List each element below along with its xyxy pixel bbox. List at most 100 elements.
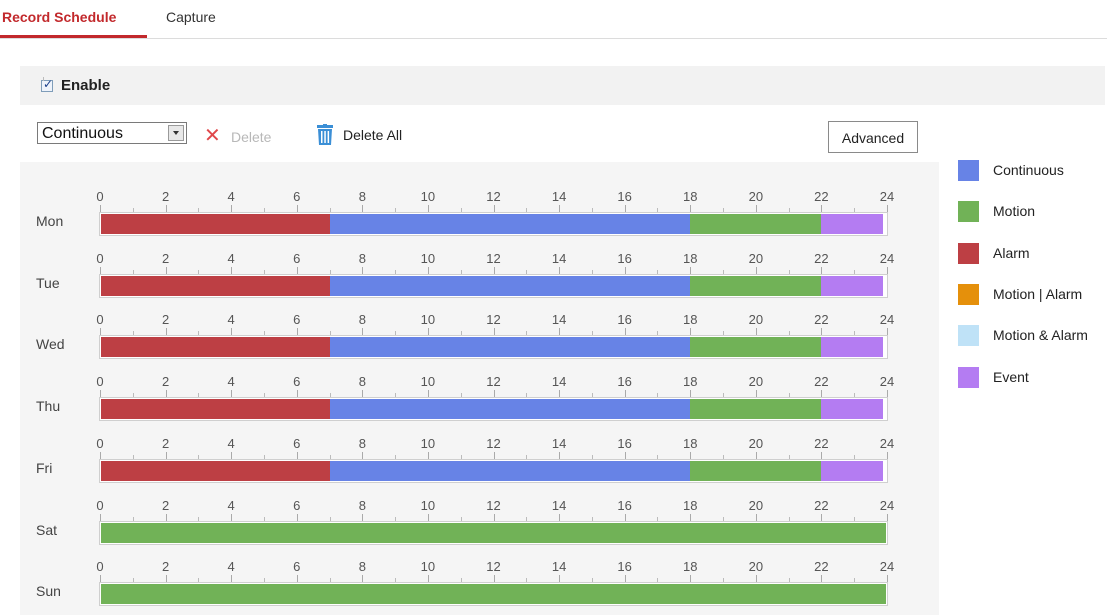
hour-tick-mark (362, 451, 364, 459)
legend-item: Alarm (958, 242, 1107, 265)
hour-tick-mark (559, 328, 561, 336)
hour-tick-mark (231, 205, 233, 212)
hour-tick-mark (231, 513, 233, 521)
hour-tick-mark (427, 451, 429, 459)
hour-tick-mark (755, 328, 757, 336)
delete-all-label: Delete All (343, 127, 403, 143)
dropdown-arrow-icon[interactable] (168, 125, 184, 141)
hour-tick-mark (427, 205, 429, 212)
schedule-row-tue: Tue 0 2 4 6 8 10 12 14 16 18 20 22 24 (20, 228, 939, 298)
record-type-select[interactable]: Continuous (37, 122, 187, 144)
legend-label: Continuous (993, 162, 1064, 178)
hour-tick-mark (100, 266, 101, 274)
hour-tick-mark (362, 328, 364, 336)
hour-tick-mark (493, 328, 495, 336)
hour-tick-mark (493, 575, 495, 583)
hour-tick-mark (296, 390, 298, 398)
hour-tick-mark (100, 513, 101, 521)
checkmark-icon: ✓ (43, 77, 54, 91)
day-label: Wed (36, 336, 65, 353)
hour-tick-mark (165, 205, 167, 212)
schedule-row-wed: Wed 0 2 4 6 8 10 12 14 16 18 20 22 24 (20, 289, 939, 360)
hour-tick-mark (821, 266, 823, 274)
legend-swatch (958, 242, 979, 264)
hour-tick-mark (231, 451, 233, 459)
hour-tick-mark (887, 575, 888, 583)
enable-label: Enable (61, 77, 111, 94)
record-type-select-value: Continuous (42, 125, 123, 142)
hour-tick-mark (427, 266, 429, 274)
hour-tick-mark (755, 266, 757, 274)
tab-record-schedule[interactable]: Record Schedule (2, 9, 116, 25)
hour-tick-mark (231, 390, 233, 398)
hour-tick-mark (296, 575, 298, 583)
hour-tick-mark (624, 328, 626, 336)
hour-tick-mark (755, 575, 757, 583)
hour-tick-mark (690, 266, 692, 274)
hour-tick-mark (690, 575, 692, 583)
advanced-button[interactable]: Advanced (828, 121, 918, 153)
enable-checkbox[interactable]: ✓ (41, 77, 54, 92)
legend-swatch (958, 366, 979, 388)
hour-tick-mark (624, 205, 626, 212)
hour-tick-mark (100, 451, 101, 459)
hour-tick-mark (755, 451, 757, 459)
schedule-row-sun: Sun 0 2 4 6 8 10 12 14 16 18 20 22 24 (20, 536, 939, 607)
hour-tick-mark (100, 328, 101, 336)
active-tab-underline (0, 35, 147, 38)
day-label: Sat (36, 521, 58, 538)
schedule-panel: Mon 0 2 4 6 8 10 12 14 16 18 20 22 24 Tue 0 2 4 6 8 10 12 14 16… (20, 162, 939, 615)
hour-tick-mark (362, 575, 364, 583)
hour-tick-mark (559, 451, 561, 459)
tab-capture[interactable]: Capture (166, 9, 216, 25)
hour-tick-mark (493, 451, 495, 459)
legend-label: Event (993, 368, 1029, 385)
hour-tick-mark (559, 390, 561, 398)
schedule-track[interactable] (99, 582, 888, 607)
hour-tick-mark (887, 205, 888, 212)
tab-bar: Record Schedule Capture (0, 0, 1107, 39)
hour-tick-mark (559, 513, 561, 521)
hour-tick-mark (690, 513, 692, 521)
hour-tick-mark (493, 513, 495, 521)
legend-swatch (958, 160, 979, 181)
hour-tick-mark (821, 328, 823, 336)
hour-tick-mark (690, 328, 692, 336)
legend-item: Motion & Alarm (958, 325, 1107, 347)
legend-label: Alarm (993, 244, 1030, 261)
schedule-row-sat: Sat 0 2 4 6 8 10 12 14 16 18 20 22 24 (20, 475, 939, 545)
hour-tick-mark (690, 205, 692, 212)
legend-swatch (958, 201, 979, 223)
hour-tick-mark (427, 575, 429, 583)
schedule-segment-motion[interactable] (101, 584, 886, 605)
hour-tick-mark (493, 390, 495, 398)
schedule-row-mon: Mon 0 2 4 6 8 10 12 14 16 18 20 22 24 (20, 166, 939, 236)
legend-item: Event (958, 366, 1107, 389)
hour-tick-mark (165, 575, 167, 583)
day-label: Tue (36, 274, 60, 291)
hour-tick-mark (493, 205, 495, 212)
schedule-row-fri: Fri 0 2 4 6 8 10 12 14 16 18 20 22 24 (20, 413, 939, 483)
hour-ruler (20, 572, 939, 583)
hour-tick-mark (690, 390, 692, 398)
hour-tick-mark (231, 575, 233, 583)
legend-label: Motion & Alarm (993, 327, 1088, 344)
legend-item: Motion | Alarm (958, 283, 1107, 306)
hour-ruler (20, 264, 939, 274)
hour-tick-mark (755, 205, 757, 212)
hour-tick-mark (624, 575, 626, 583)
legend-swatch (958, 325, 979, 347)
hour-ruler (20, 202, 939, 212)
hour-ruler (20, 325, 939, 336)
hour-tick-mark (755, 390, 757, 398)
hour-tick-mark (493, 266, 495, 274)
hour-tick-mark (690, 451, 692, 459)
hour-tick-mark (887, 328, 888, 336)
hour-tick-mark (887, 266, 888, 274)
hour-tick-mark (821, 390, 823, 398)
hour-tick-mark (296, 451, 298, 459)
enable-bar: ✓ Enable (20, 66, 1105, 105)
hour-tick-mark (624, 266, 626, 274)
hour-tick-mark (165, 451, 167, 459)
hour-tick-mark (100, 575, 101, 583)
